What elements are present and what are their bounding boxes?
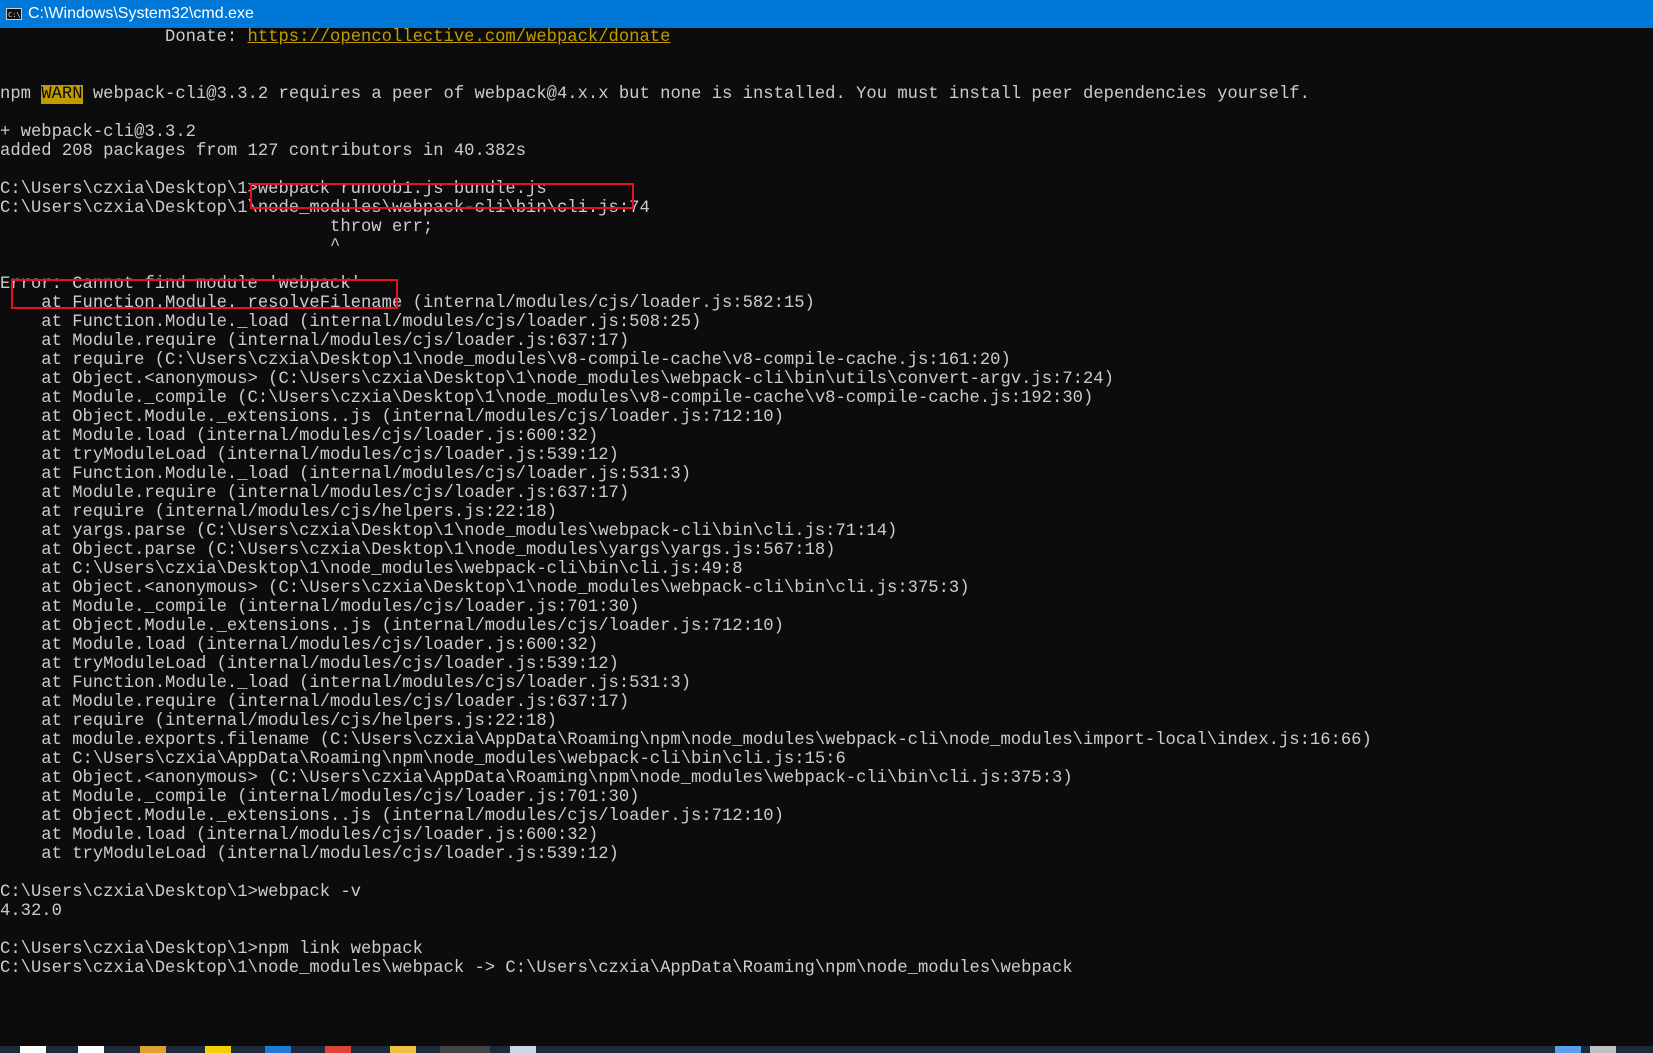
console-text: at Function.Module._load (internal/modul… xyxy=(0,674,692,693)
console-line: ^ xyxy=(0,237,340,257)
console-text: at Object.<anonymous> (C:\Users\czxia\Ap… xyxy=(0,769,1073,788)
console-line: Donate: https://opencollective.com/webpa… xyxy=(0,28,670,48)
edge-browser-icon[interactable] xyxy=(265,1046,291,1053)
console-line: 4.32.0 xyxy=(0,902,62,922)
console-text: at yargs.parse (C:\Users\czxia\Desktop\1… xyxy=(0,522,898,541)
console-line: at yargs.parse (C:\Users\czxia\Desktop\1… xyxy=(0,522,897,542)
console-line: at C:\Users\czxia\Desktop\1\node_modules… xyxy=(0,560,743,580)
console-line: at Module._compile (internal/modules/cjs… xyxy=(0,598,639,618)
console-window-icon: C:\ xyxy=(6,8,22,20)
console-text: at Object.<anonymous> (C:\Users\czxia\De… xyxy=(0,370,1114,389)
console-text: at Module.require (internal/modules/cjs/… xyxy=(0,332,630,351)
console-output[interactable]: Donate: https://opencollective.com/webpa… xyxy=(0,28,1653,1046)
console-line: at Module.require (internal/modules/cjs/… xyxy=(0,693,629,713)
console-text: at Object.Module._extensions..js (intern… xyxy=(0,807,784,826)
window-title: C:\Windows\System32\cmd.exe xyxy=(28,5,254,22)
console-line: at tryModuleLoad (internal/modules/cjs/l… xyxy=(0,655,619,675)
console-text: at tryModuleLoad (internal/modules/cjs/l… xyxy=(0,655,619,674)
windows-start-icon[interactable] xyxy=(20,1046,46,1053)
console-line: at tryModuleLoad (internal/modules/cjs/l… xyxy=(0,446,619,466)
console-line: at Object.<anonymous> (C:\Users\czxia\Ap… xyxy=(0,769,1073,789)
console-text: at Module._compile (C:\Users\czxia\Deskt… xyxy=(0,389,1094,408)
console-line: throw err; xyxy=(0,218,433,238)
console-text: at module.exports.filename (C:\Users\czx… xyxy=(0,731,1372,750)
console-line: at Function.Module._load (internal/modul… xyxy=(0,313,701,333)
console-line: at Function.Module._load (internal/modul… xyxy=(0,465,691,485)
annotation-box-command xyxy=(250,183,634,209)
console-text: Donate: xyxy=(0,28,248,47)
console-text: webpack-cli@3.3.2 requires a peer of web… xyxy=(82,85,1310,104)
console-text: at tryModuleLoad (internal/modules/cjs/l… xyxy=(0,446,619,465)
console-line: at Object.Module._extensions..js (intern… xyxy=(0,408,784,428)
annotation-box-error xyxy=(11,279,398,309)
search-icon[interactable] xyxy=(78,1046,104,1053)
console-text: ^ xyxy=(0,237,341,256)
warn-badge: WARN xyxy=(41,85,83,104)
console-text: at require (C:\Users\czxia\Desktop\1\nod… xyxy=(0,351,1011,370)
console-line: at Module.load (internal/modules/cjs/loa… xyxy=(0,427,598,447)
console-line: at Module.load (internal/modules/cjs/loa… xyxy=(0,636,598,656)
pdf-app-icon[interactable] xyxy=(140,1046,166,1053)
console-text: at Module.load (internal/modules/cjs/loa… xyxy=(0,427,599,446)
console-line: C:\Users\czxia\Desktop\1>webpack -v xyxy=(0,883,361,903)
file-explorer-icon[interactable] xyxy=(390,1046,416,1053)
windows-taskbar[interactable] xyxy=(0,1046,1653,1053)
console-line: at Module._compile (internal/modules/cjs… xyxy=(0,788,639,808)
console-text: added 208 packages from 127 contributors… xyxy=(0,142,527,161)
console-line: at Function.Module._load (internal/modul… xyxy=(0,674,691,694)
console-line: added 208 packages from 127 contributors… xyxy=(0,142,526,162)
console-text: at Object.parse (C:\Users\czxia\Desktop\… xyxy=(0,541,836,560)
console-text: at Module.require (internal/modules/cjs/… xyxy=(0,484,630,503)
console-text: C:\Users\czxia\Desktop\1>webpack -v xyxy=(0,883,361,902)
console-text: npm xyxy=(0,85,42,104)
console-line: at Module.load (internal/modules/cjs/loa… xyxy=(0,826,598,846)
console-line: C:\Users\czxia\Desktop\1>npm link webpac… xyxy=(0,940,423,960)
console-text: C:\Users\czxia\Desktop\1\node_modules\we… xyxy=(0,959,1073,978)
sticky-notes-icon[interactable] xyxy=(205,1046,231,1053)
help-icon[interactable] xyxy=(1555,1046,1581,1053)
console-text: C:\Users\czxia\Desktop\1>npm link webpac… xyxy=(0,940,423,959)
console-line: at Object.<anonymous> (C:\Users\czxia\De… xyxy=(0,370,1114,390)
console-text: at C:\Users\czxia\Desktop\1\node_modules… xyxy=(0,560,743,579)
console-text: at require (internal/modules/cjs/helpers… xyxy=(0,712,557,731)
console-text: at Module.require (internal/modules/cjs/… xyxy=(0,693,630,712)
donate-link[interactable]: https://opencollective.com/webpack/donat… xyxy=(248,28,671,47)
console-text: at Module._compile (internal/modules/cjs… xyxy=(0,598,640,617)
console-line: at Module.require (internal/modules/cjs/… xyxy=(0,484,629,504)
network-icon[interactable] xyxy=(1590,1046,1616,1053)
console-line: at require (internal/modules/cjs/helpers… xyxy=(0,712,557,732)
notepad-icon[interactable] xyxy=(510,1046,536,1053)
console-line: at Object.parse (C:\Users\czxia\Desktop\… xyxy=(0,541,835,561)
console-line: C:\Users\czxia\Desktop\1\node_modules\we… xyxy=(0,959,1073,979)
console-line: at module.exports.filename (C:\Users\czx… xyxy=(0,731,1372,751)
console-text: at Function.Module._load (internal/modul… xyxy=(0,465,692,484)
console-text: at Object.<anonymous> (C:\Users\czxia\De… xyxy=(0,579,970,598)
console-text: at Object.Module._extensions..js (intern… xyxy=(0,408,784,427)
console-line: at Object.<anonymous> (C:\Users\czxia\De… xyxy=(0,579,970,599)
chrome-browser-icon[interactable] xyxy=(325,1046,351,1053)
console-text: at Module.load (internal/modules/cjs/loa… xyxy=(0,636,599,655)
console-line: at Object.Module._extensions..js (intern… xyxy=(0,807,784,827)
console-line: at Module.require (internal/modules/cjs/… xyxy=(0,332,629,352)
console-text: + webpack-cli@3.3.2 xyxy=(0,123,196,142)
console-line: npm WARN webpack-cli@3.3.2 requires a pe… xyxy=(0,85,1310,105)
window-titlebar[interactable]: C:\ C:\Windows\System32\cmd.exe xyxy=(0,0,1653,28)
console-text: at require (internal/modules/cjs/helpers… xyxy=(0,503,557,522)
console-text: at tryModuleLoad (internal/modules/cjs/l… xyxy=(0,845,619,864)
console-text: 4.32.0 xyxy=(0,902,62,921)
console-line: at Object.Module._extensions..js (intern… xyxy=(0,617,784,637)
console-text: at Module._compile (internal/modules/cjs… xyxy=(0,788,640,807)
console-text: at Object.Module._extensions..js (intern… xyxy=(0,617,784,636)
console-line: at C:\Users\czxia\AppData\Roaming\npm\no… xyxy=(0,750,846,770)
console-line: at Module._compile (C:\Users\czxia\Deskt… xyxy=(0,389,1093,409)
console-text: at Module.load (internal/modules/cjs/loa… xyxy=(0,826,599,845)
console-line: at tryModuleLoad (internal/modules/cjs/l… xyxy=(0,845,619,865)
cmd-taskbar-icon[interactable] xyxy=(440,1046,490,1053)
console-line: at require (internal/modules/cjs/helpers… xyxy=(0,503,557,523)
console-text: at C:\Users\czxia\AppData\Roaming\npm\no… xyxy=(0,750,846,769)
console-text: at Function.Module._load (internal/modul… xyxy=(0,313,702,332)
console-line: at require (C:\Users\czxia\Desktop\1\nod… xyxy=(0,351,1011,371)
console-line: + webpack-cli@3.3.2 xyxy=(0,123,196,143)
console-text: throw err; xyxy=(0,218,434,237)
